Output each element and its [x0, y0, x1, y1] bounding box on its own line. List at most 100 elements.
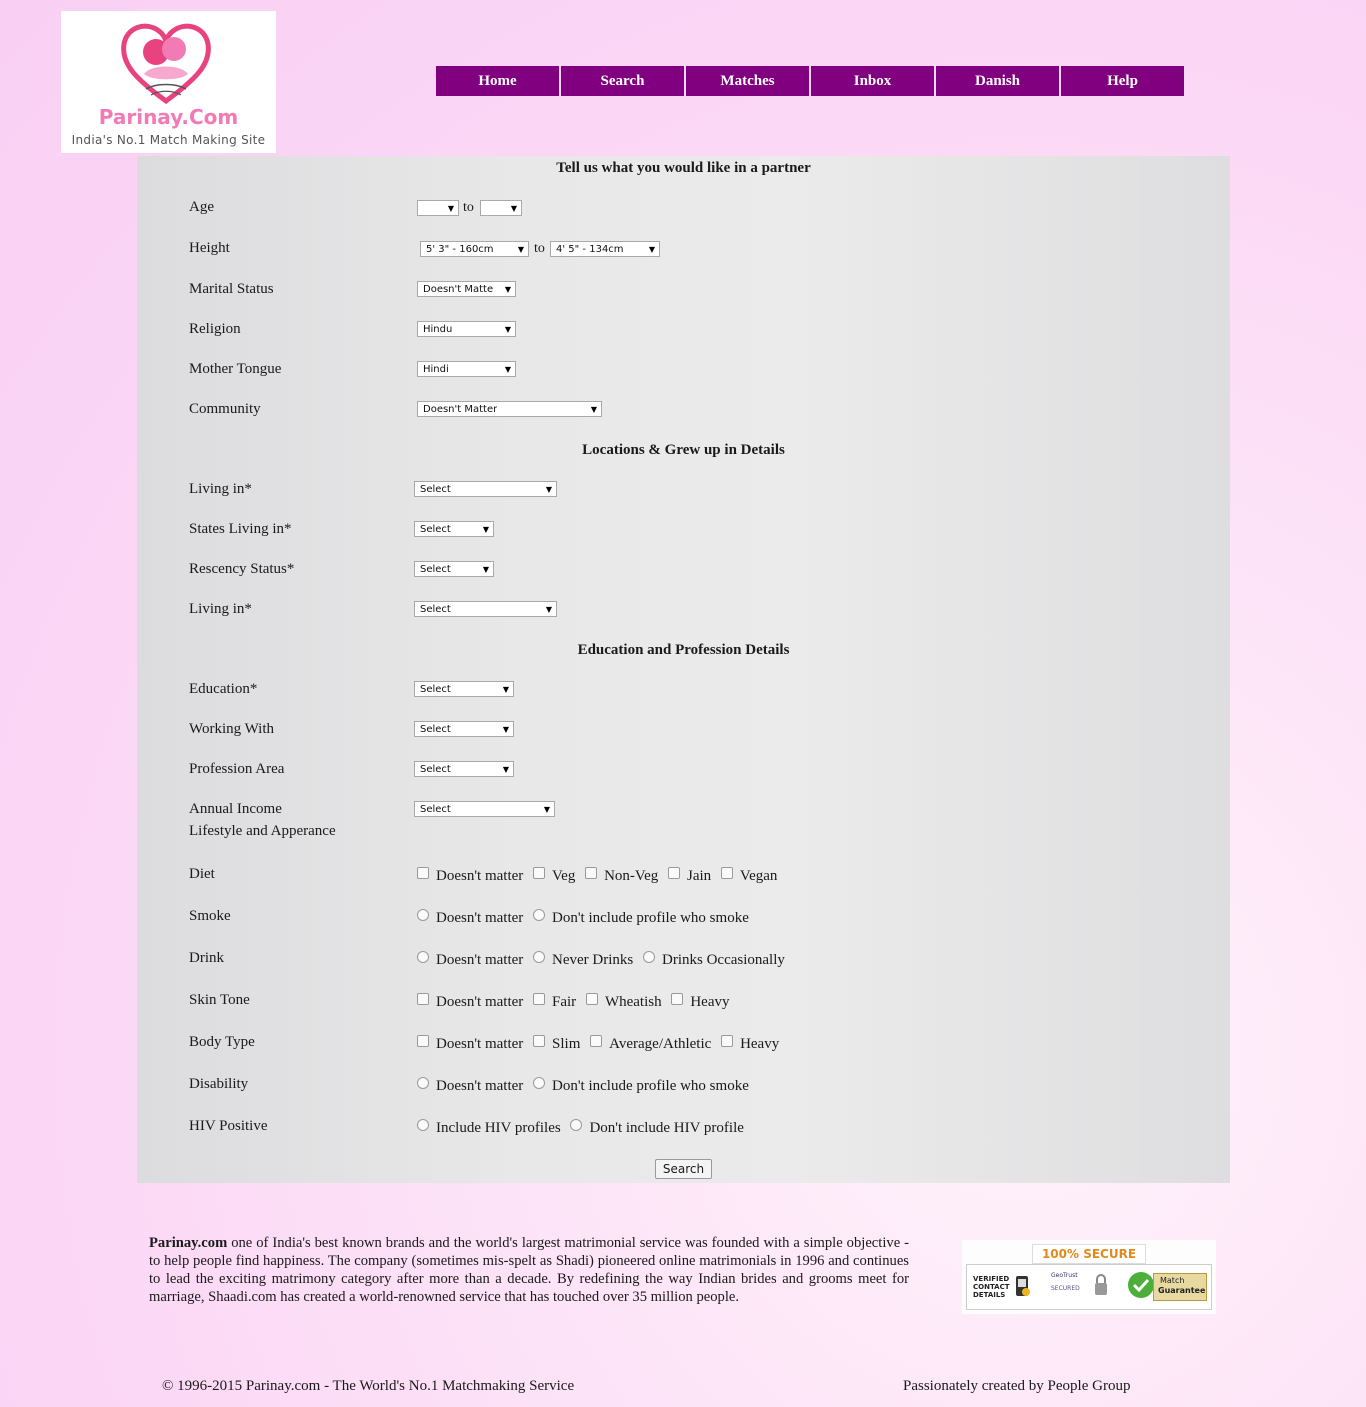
annual-income-select[interactable]: Select — [414, 801, 555, 817]
radio[interactable] — [533, 1077, 546, 1089]
match-label: Match — [1160, 1276, 1185, 1285]
living-in-2-label: Living in* — [189, 601, 252, 617]
drink-option[interactable]: Doesn't matter — [417, 951, 523, 969]
age-label: Age — [189, 199, 214, 215]
skin-tone-option[interactable]: Fair — [533, 993, 576, 1011]
checkbox[interactable] — [590, 1035, 603, 1047]
security-badge: VERIFIED CONTACT DETAILS GeoTrust SECURE… — [962, 1240, 1216, 1314]
mother-tongue-label: Mother Tongue — [189, 361, 282, 377]
radio[interactable] — [417, 909, 429, 921]
checkbox[interactable] — [417, 1035, 429, 1047]
residency-status-label: Rescency Status* — [189, 561, 295, 577]
checkbox[interactable] — [533, 993, 546, 1005]
diet-options: Doesn't matter Veg Non-Veg Jain Vegan — [417, 867, 783, 885]
phone-icon — [1016, 1276, 1030, 1296]
secured-label: SECURED — [1051, 1285, 1080, 1292]
checkbox[interactable] — [585, 867, 598, 879]
about-text: Parinay.com one of India's best known br… — [149, 1234, 909, 1306]
partner-preferences-form: Tell us what you would like in a partner… — [137, 156, 1230, 1183]
drink-option[interactable]: Never Drinks — [533, 951, 633, 969]
mother-tongue-select[interactable]: Hindi — [417, 361, 516, 377]
skin-tone-label: Skin Tone — [189, 992, 250, 1008]
height-from-select[interactable]: 5' 3" - 160cm — [420, 241, 529, 257]
radio[interactable] — [533, 909, 546, 921]
checkbox[interactable] — [417, 993, 429, 1005]
nav-help[interactable]: Help — [1061, 66, 1184, 96]
living-in-2-select[interactable]: Select — [414, 601, 557, 617]
smoke-option[interactable]: Doesn't matter — [417, 909, 523, 927]
marital-status-select[interactable]: Doesn't Matte — [417, 281, 516, 297]
checkbox[interactable] — [668, 867, 680, 879]
skin-tone-options: Doesn't matter Fair Wheatish Heavy — [417, 993, 736, 1011]
logo-brand-text: Parinay.Com — [98, 105, 239, 129]
nav-inbox[interactable]: Inbox — [811, 66, 934, 96]
radio[interactable] — [417, 1077, 429, 1089]
nav-search[interactable]: Search — [561, 66, 684, 96]
hiv-options: Include HIV profiles Don't include HIV p… — [417, 1119, 750, 1137]
diet-option[interactable]: Doesn't matter — [417, 867, 523, 885]
checkbox[interactable] — [720, 867, 733, 879]
body-type-option[interactable]: Doesn't matter — [417, 1035, 523, 1053]
radio[interactable] — [417, 1119, 429, 1131]
age-from-select[interactable] — [417, 200, 459, 216]
diet-option[interactable]: Non-Veg — [585, 867, 658, 885]
diet-option[interactable]: Jain — [668, 867, 711, 885]
verified-contact-label: VERIFIED CONTACT DETAILS — [973, 1275, 1010, 1299]
drink-option[interactable]: Drinks Occasionally — [643, 951, 785, 969]
drink-options: Doesn't matter Never Drinks Drinks Occas… — [417, 951, 791, 969]
working-with-label: Working With — [189, 721, 274, 737]
body-type-option[interactable]: Heavy — [721, 1035, 779, 1053]
nav-home[interactable]: Home — [436, 66, 559, 96]
radio[interactable] — [570, 1119, 583, 1131]
checkbox[interactable] — [533, 1035, 546, 1047]
main-nav: Home Search Matches Inbox Danish Help — [436, 66, 1186, 96]
skin-tone-option[interactable]: Doesn't matter — [417, 993, 523, 1011]
checkmark-icon — [1128, 1272, 1154, 1298]
hiv-option[interactable]: Don't include HIV profile — [570, 1119, 744, 1137]
skin-tone-option[interactable]: Heavy — [671, 993, 730, 1011]
disability-option[interactable]: Don't include profile who smoke — [533, 1077, 749, 1095]
checkbox[interactable] — [671, 993, 684, 1005]
hiv-option[interactable]: Include HIV profiles — [417, 1119, 561, 1137]
profession-area-select[interactable]: Select — [414, 761, 514, 777]
radio[interactable] — [417, 951, 429, 963]
site-logo[interactable]: Parinay.Com India's No.1 Match Making Si… — [61, 11, 276, 153]
religion-select[interactable]: Hindu — [417, 321, 516, 337]
annual-income-label: Annual Income — [189, 801, 282, 817]
profession-area-label: Profession Area — [189, 761, 285, 777]
residency-status-select[interactable]: Select — [414, 561, 494, 577]
heart-couple-icon — [121, 23, 211, 105]
body-type-option[interactable]: Average/Athletic — [590, 1035, 711, 1053]
disability-options: Doesn't matter Don't include profile who… — [417, 1077, 755, 1095]
education-select[interactable]: Select — [414, 681, 514, 697]
search-button[interactable]: Search — [655, 1159, 712, 1179]
nav-matches[interactable]: Matches — [686, 66, 809, 96]
diet-option[interactable]: Veg — [533, 867, 575, 885]
body-type-options: Doesn't matter Slim Average/Athletic Hea… — [417, 1035, 785, 1053]
height-to-label: to — [534, 241, 545, 256]
living-in-select[interactable]: Select — [414, 481, 557, 497]
height-to-select[interactable]: 4' 5" - 134cm — [550, 241, 660, 257]
working-with-select[interactable]: Select — [414, 721, 514, 737]
community-select[interactable]: Doesn't Matter — [417, 401, 602, 417]
drink-label: Drink — [189, 950, 224, 966]
age-to-select[interactable] — [480, 200, 522, 216]
body-type-option[interactable]: Slim — [533, 1035, 580, 1053]
badge-box: VERIFIED CONTACT DETAILS GeoTrust SECURE… — [966, 1264, 1212, 1310]
smoke-label: Smoke — [189, 908, 231, 924]
radio[interactable] — [643, 951, 655, 963]
disability-option[interactable]: Doesn't matter — [417, 1077, 523, 1095]
checkbox[interactable] — [585, 993, 598, 1005]
diet-option[interactable]: Vegan — [720, 867, 777, 885]
checkbox[interactable] — [533, 867, 546, 879]
nav-danish[interactable]: Danish — [936, 66, 1059, 96]
form-title: Tell us what you would like in a partner — [556, 160, 811, 176]
smoke-option[interactable]: Don't include profile who smoke — [533, 909, 749, 927]
smoke-options: Doesn't matter Don't include profile who… — [417, 909, 755, 927]
checkbox[interactable] — [417, 867, 429, 879]
skin-tone-option[interactable]: Wheatish — [585, 993, 662, 1011]
checkbox[interactable] — [721, 1035, 734, 1047]
states-living-in-select[interactable]: Select — [414, 521, 494, 537]
radio[interactable] — [533, 951, 546, 963]
about-body: one of India's best known brands and the… — [149, 1235, 909, 1305]
